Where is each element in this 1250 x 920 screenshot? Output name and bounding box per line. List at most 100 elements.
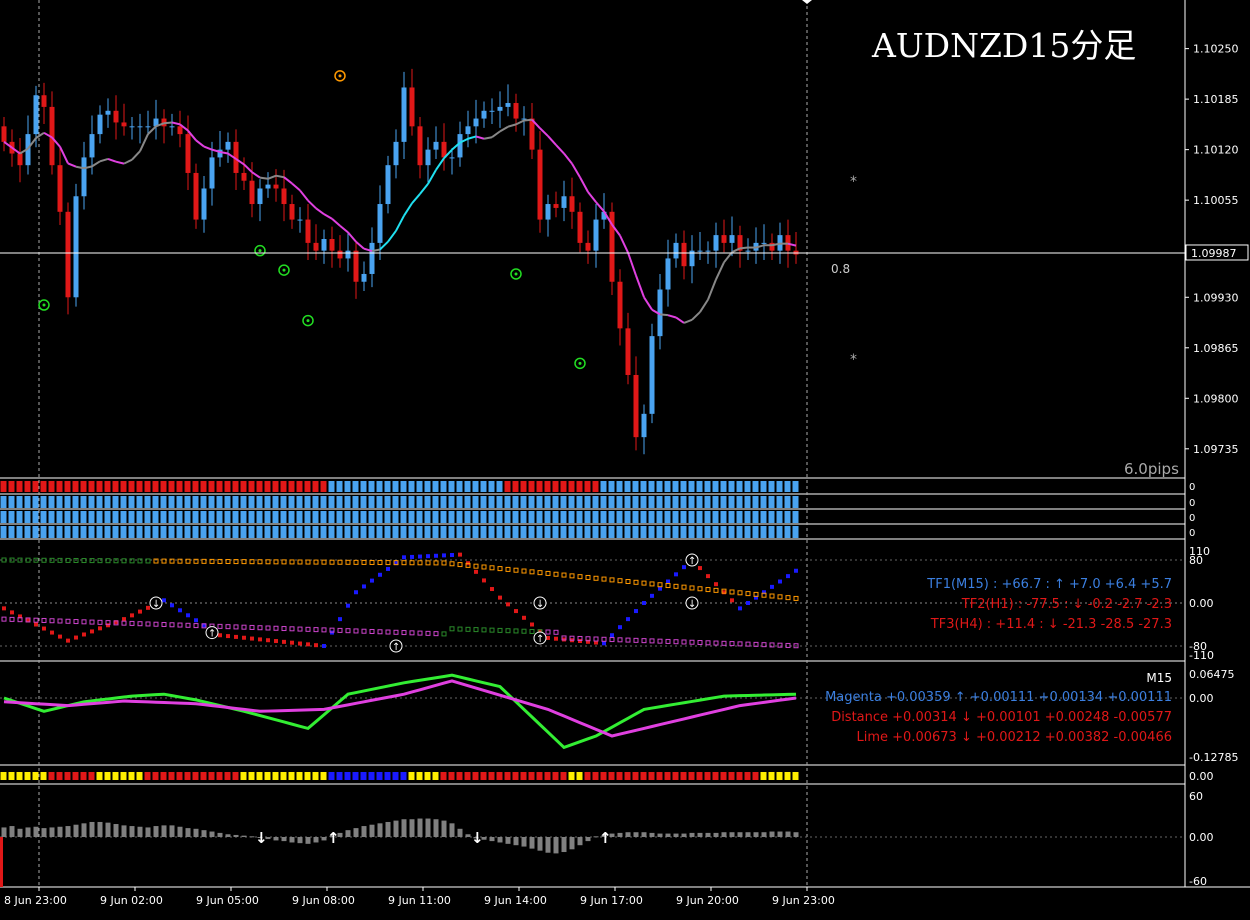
tf-axis-label: 0.00 (1189, 597, 1214, 610)
strip-cell (696, 496, 703, 508)
strip-cell (296, 511, 303, 523)
tf3-dot (609, 637, 615, 643)
strip-cell (176, 496, 183, 508)
strip-cell (432, 481, 439, 492)
tf3-dot (121, 620, 127, 626)
color-strip-cell (632, 772, 639, 780)
color-strip-cell (16, 772, 23, 780)
histogram-bar (649, 832, 655, 837)
strip-cell (256, 496, 263, 508)
tf2-dot (633, 579, 639, 585)
strip-cell (728, 481, 735, 492)
tf3-dot (705, 640, 711, 646)
moving-average-segment (547, 135, 557, 146)
histogram-bar (737, 832, 743, 837)
tf-readout-line: TF1(M15) : +66.7 : ↑ +7.0 +6.4 +5.7 (926, 577, 1172, 592)
color-strip-cell (104, 772, 111, 780)
color-strip-cell (720, 772, 727, 780)
strip-cell (112, 526, 119, 538)
candle-body (129, 126, 135, 128)
strip-cell (368, 481, 375, 492)
tf1-dot (730, 598, 734, 603)
candle-body (713, 235, 719, 251)
strip-cell (48, 496, 55, 508)
tf3-dot (441, 631, 447, 637)
color-strip-cell (216, 772, 223, 780)
tf1-dot (354, 590, 358, 595)
strip-cell (32, 496, 39, 508)
color-strip-cell (496, 772, 503, 780)
histogram-bar (465, 834, 471, 837)
histogram-bar (313, 837, 319, 843)
histogram-bar (561, 837, 567, 853)
strip-cell (448, 481, 455, 492)
histogram-bar (689, 832, 695, 837)
arrow-glyph-icon: ↑ (688, 556, 696, 567)
tf3-dot (257, 625, 263, 631)
histogram-bar (585, 837, 591, 842)
strip-cell (424, 481, 431, 492)
moving-average-segment (523, 118, 533, 122)
strip-cell (416, 526, 423, 538)
strip-cell (736, 496, 743, 508)
candle-body (433, 141, 439, 150)
color-strip-cell (168, 772, 175, 780)
chart-canvas[interactable]: 1.102501.101851.101201.100551.099901.099… (0, 0, 1250, 916)
moving-average-segment (579, 176, 589, 193)
strip-cell (344, 496, 351, 508)
candle-body (113, 110, 119, 123)
strip-cell (144, 511, 151, 523)
price-axis-label: 1.09865 (1193, 342, 1239, 355)
tf3-dot (473, 627, 479, 633)
strip-cell (352, 526, 359, 538)
strip-cell (224, 526, 231, 538)
color-strip-cell (728, 772, 735, 780)
color-strip-cell (80, 772, 87, 780)
tf1-dot (490, 587, 494, 592)
strip-cell (128, 526, 135, 538)
moving-average-segment (555, 144, 565, 155)
strip-cell (296, 481, 303, 492)
moving-average-segment (619, 235, 629, 254)
strip-zero-label: 0 (1189, 513, 1195, 524)
moving-average-segment (67, 162, 77, 168)
histogram-bar (65, 826, 71, 837)
strip-cell (664, 481, 671, 492)
time-axis-label: 9 Jun 20:00 (676, 894, 739, 907)
strip-cell (368, 496, 375, 508)
histogram-bar (273, 837, 279, 841)
strip-cell (576, 526, 583, 538)
strip-cell (408, 481, 415, 492)
tf1-dot (130, 613, 134, 618)
tf2-dot (457, 562, 463, 568)
strip-cell (248, 511, 255, 523)
time-axis-label: 9 Jun 08:00 (292, 894, 355, 907)
arrow-glyph-icon: ↓ (536, 599, 544, 610)
strip-cell (80, 511, 87, 523)
tf3-dot (729, 641, 735, 647)
moving-average-segment (507, 123, 517, 128)
strip-cell (496, 496, 503, 508)
tf3-dot (401, 630, 407, 636)
histogram-bar (177, 826, 183, 837)
candle-body (281, 188, 287, 205)
histogram-bar (113, 824, 119, 837)
strip-cell (456, 496, 463, 508)
strip-cell (624, 526, 631, 538)
tf3-dot (417, 630, 423, 636)
histogram-bar (777, 831, 783, 837)
color-strip-cell (784, 772, 791, 780)
tf1-dot (434, 553, 438, 558)
pips-label: 6.0pips (1124, 460, 1179, 478)
histogram-bar (225, 834, 231, 837)
color-strip-cell (48, 772, 55, 780)
strip-cell (144, 526, 151, 538)
candle-body (81, 157, 87, 197)
tf2-dot (585, 574, 591, 580)
color-strip-cell (56, 772, 63, 780)
strip-cell (512, 511, 519, 523)
candle-body (489, 110, 495, 112)
strip-cell (536, 496, 543, 508)
strip-cell (672, 526, 679, 538)
strip-cell (640, 481, 647, 492)
